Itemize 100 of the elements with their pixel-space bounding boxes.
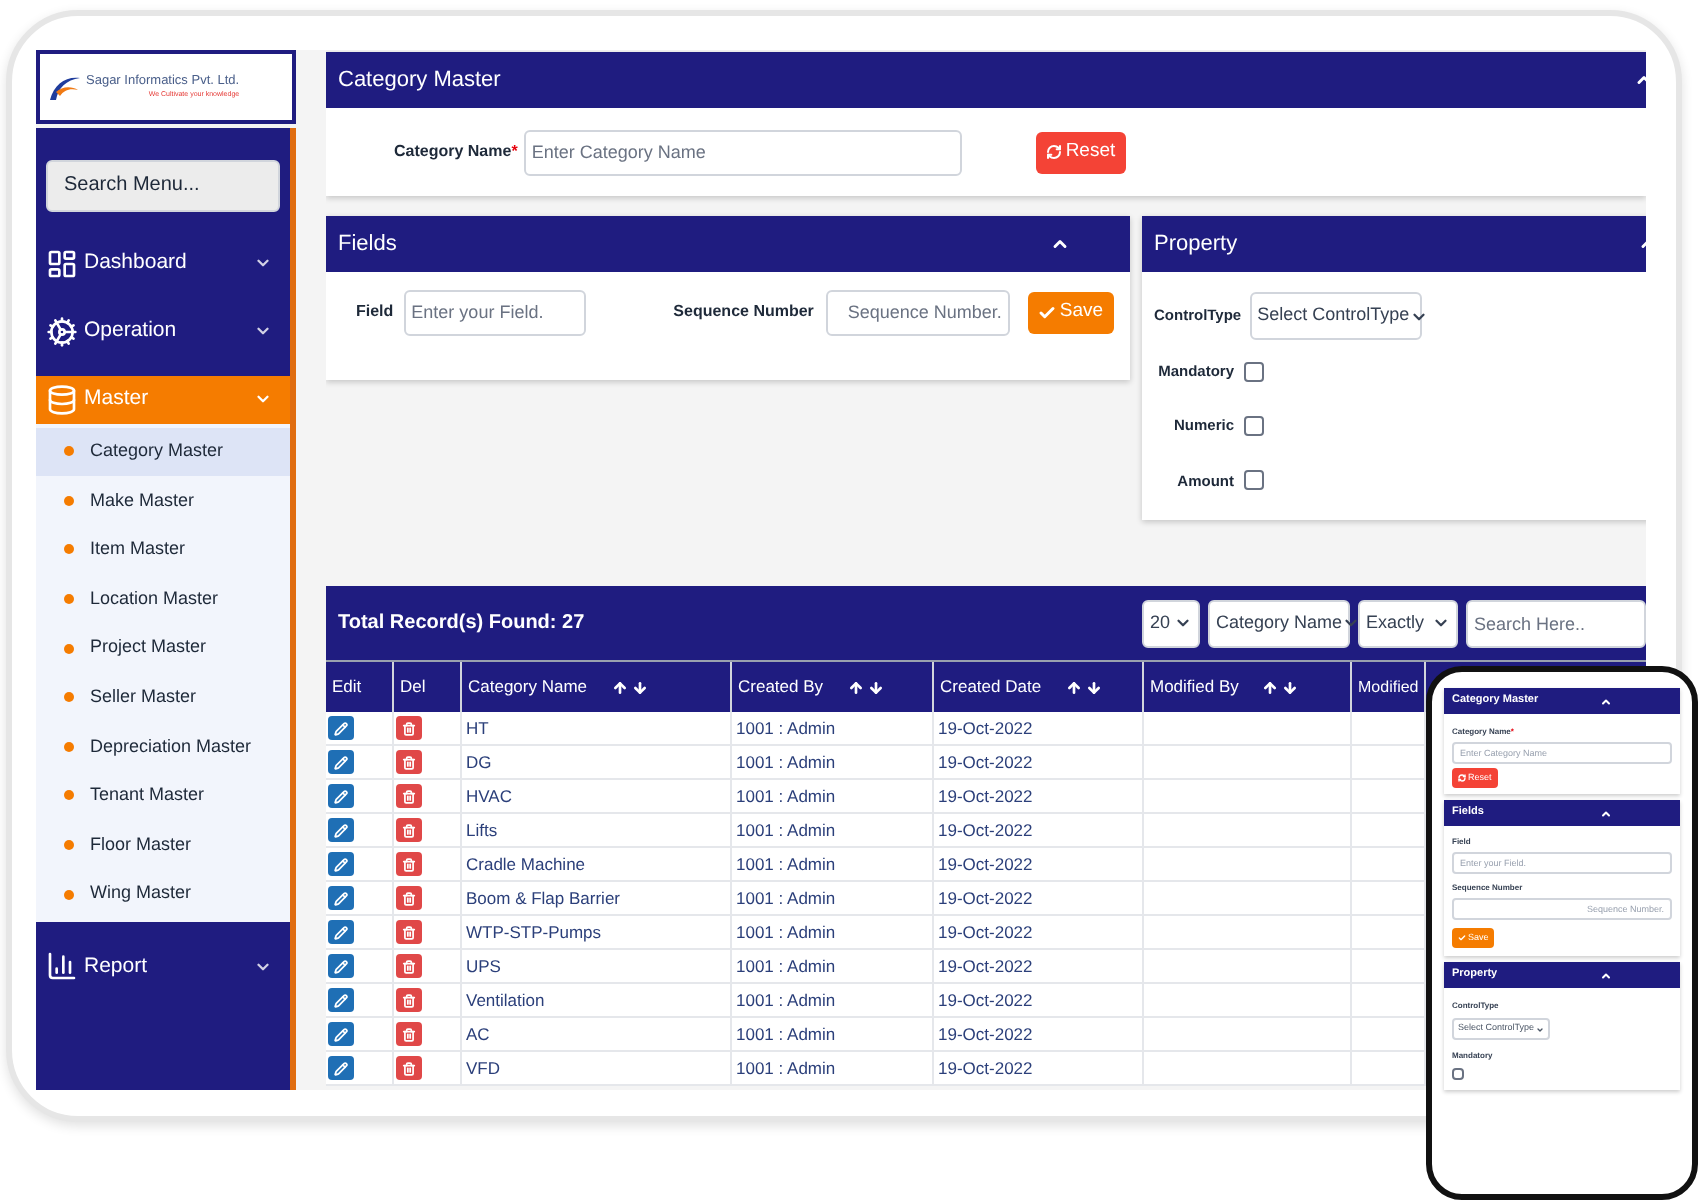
trash-icon <box>402 925 416 939</box>
reset-button[interactable]: Reset <box>1035 131 1126 173</box>
chevron-down-icon <box>1536 1025 1545 1033</box>
sort-down-icon[interactable] <box>867 679 884 695</box>
sort-up-icon[interactable] <box>1262 679 1279 695</box>
delete-button[interactable] <box>396 750 422 774</box>
edit-button[interactable] <box>328 750 354 774</box>
collapse-icon[interactable] <box>1600 807 1612 819</box>
submenu-item[interactable]: Location Master <box>36 574 290 624</box>
pencil-icon <box>334 1027 348 1041</box>
delete-button[interactable] <box>396 784 422 808</box>
edit-button[interactable] <box>328 852 354 876</box>
delete-button[interactable] <box>396 988 422 1012</box>
edit-button[interactable] <box>328 1056 354 1080</box>
edit-button[interactable] <box>328 818 354 842</box>
table-cell: DG <box>466 749 492 775</box>
control-type-select[interactable]: Select ControlType <box>1249 292 1422 340</box>
table-cell: 19-Oct-2022 <box>938 817 1033 843</box>
category-name-field[interactable]: Enter Category Name <box>523 129 962 175</box>
table-cell: VFD <box>466 1055 500 1081</box>
sidebar-item[interactable]: Dashboard <box>36 239 290 287</box>
pencil-icon <box>334 993 348 1007</box>
edit-button[interactable] <box>328 1022 354 1046</box>
trash-icon <box>402 721 416 735</box>
match-select[interactable]: Exactly <box>1358 599 1458 647</box>
edit-button[interactable] <box>328 954 354 978</box>
table-cell: AC <box>466 1021 490 1047</box>
delete-button[interactable] <box>396 886 422 910</box>
chevron-down-icon <box>254 322 272 340</box>
search-menu-field[interactable]: Search Menu... <box>46 159 280 211</box>
delete-button[interactable] <box>396 852 422 876</box>
table-cell: 19-Oct-2022 <box>938 987 1033 1013</box>
sort-up-icon[interactable] <box>1065 679 1082 695</box>
delete-button[interactable] <box>396 920 422 944</box>
table-cell: 1001 : Admin <box>736 1055 836 1081</box>
pencil-icon <box>334 857 348 871</box>
field-label: Category Name* <box>394 140 518 164</box>
chevron-down-icon <box>254 254 272 272</box>
collapse-icon[interactable] <box>1050 234 1070 254</box>
sort-down-icon[interactable] <box>1282 679 1299 695</box>
chevron-down-icon <box>1174 614 1192 632</box>
chart-icon <box>46 950 78 983</box>
table-cell: 19-Oct-2022 <box>938 885 1033 911</box>
sidebar-item[interactable]: Report <box>36 942 290 991</box>
submenu-item[interactable]: Category Master <box>36 427 290 477</box>
checkbox[interactable] <box>1244 415 1264 436</box>
pencil-icon <box>334 1061 348 1075</box>
edit-button[interactable] <box>328 784 354 808</box>
collapse-icon[interactable] <box>1600 695 1612 707</box>
submenu-item[interactable]: Tenant Master <box>36 771 290 821</box>
checkbox[interactable] <box>1452 1068 1464 1080</box>
check-icon <box>1458 934 1466 942</box>
submenu-item[interactable]: Make Master <box>36 476 290 526</box>
submenu-item[interactable]: Seller Master <box>36 672 290 723</box>
table-cell: 1001 : Admin <box>736 1021 836 1047</box>
delete-button[interactable] <box>396 818 422 842</box>
refresh-icon <box>1458 774 1466 782</box>
table-cell: 19-Oct-2022 <box>938 783 1033 809</box>
table-cell: Cradle Machine <box>466 851 586 877</box>
submenu-item[interactable]: Wing Master <box>36 869 290 919</box>
edit-button[interactable] <box>328 886 354 910</box>
table-cell: 1001 : Admin <box>736 783 836 809</box>
table-cell: WTP-STP-Pumps <box>466 919 602 945</box>
table-cell: 1001 : Admin <box>736 749 836 775</box>
checkbox[interactable] <box>1244 361 1264 382</box>
field-input[interactable]: Enter your Field. <box>403 289 586 335</box>
field-label: Field <box>356 300 394 324</box>
checkbox[interactable] <box>1244 470 1264 491</box>
sort-down-icon[interactable] <box>631 679 648 695</box>
table-cell: 19-Oct-2022 <box>938 919 1033 945</box>
page-size-select[interactable]: 20 <box>1142 599 1200 647</box>
sort-up-icon[interactable] <box>847 679 864 695</box>
edit-button[interactable] <box>328 988 354 1012</box>
delete-button[interactable] <box>396 716 422 740</box>
table-cell: 19-Oct-2022 <box>938 1021 1033 1047</box>
sort-down-icon[interactable] <box>1085 679 1102 695</box>
sidebar-item[interactable]: Operation <box>36 307 290 355</box>
table-cell: 1001 : Admin <box>736 885 836 911</box>
edit-button[interactable] <box>328 920 354 944</box>
search-field[interactable]: Search Here.. <box>1466 599 1646 647</box>
check-icon <box>1037 303 1056 321</box>
pencil-icon <box>334 925 348 939</box>
submenu-item[interactable]: Depreciation Master <box>36 722 290 772</box>
pencil-icon <box>334 823 348 837</box>
gear-icon <box>46 315 78 347</box>
submenu-item[interactable]: Item Master <box>36 525 290 575</box>
bullet-icon <box>64 446 74 457</box>
submenu-item[interactable]: Project Master <box>36 623 290 673</box>
table-cell: 19-Oct-2022 <box>938 953 1033 979</box>
delete-button[interactable] <box>396 1022 422 1046</box>
table-cell: 1001 : Admin <box>736 987 836 1013</box>
table-cell: Lifts <box>466 817 498 843</box>
sort-up-icon[interactable] <box>611 679 628 695</box>
submenu-item[interactable]: Floor Master <box>36 820 290 870</box>
sequence-number-field[interactable]: Sequence Number. <box>825 289 1010 335</box>
edit-button[interactable] <box>328 716 354 740</box>
delete-button[interactable] <box>396 954 422 978</box>
collapse-icon[interactable] <box>1600 969 1612 981</box>
delete-button[interactable] <box>396 1056 422 1080</box>
table-cell: 1001 : Admin <box>736 715 836 741</box>
